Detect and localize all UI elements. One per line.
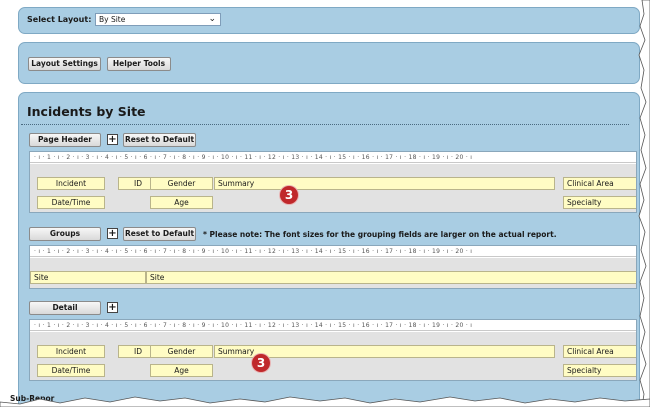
detail-band: · ı · 1 · ı · 2 · ı · 3 · ı · 4 · ı · 5 … — [29, 319, 637, 381]
layout-select-value: By Site — [99, 15, 126, 24]
field-clinical-area[interactable]: Clinical Area — [563, 345, 636, 358]
title-divider — [21, 124, 629, 125]
group-field-site-label[interactable]: Site — [30, 271, 146, 284]
group-field-site[interactable]: Site — [146, 271, 636, 284]
layout-select[interactable]: By Site ⌄ — [95, 13, 221, 26]
page-header-reset-button[interactable]: Reset to Default — [123, 133, 196, 147]
groups-reset-button[interactable]: Reset to Default — [123, 227, 196, 241]
tools-panel: Layout Settings Helper Tools — [18, 42, 640, 84]
detail-button[interactable]: Detail — [29, 301, 101, 315]
helper-tools-button[interactable]: Helper Tools — [107, 57, 171, 71]
field-specialty[interactable]: Specialty — [563, 196, 636, 209]
chevron-down-icon: ⌄ — [208, 14, 216, 24]
page-header-band: · ı · 1 · ı · 2 · ı · 3 · ı · 4 · ı · 5 … — [29, 151, 637, 213]
incidents-panel: Incidents by Site Page Header + Reset to… — [18, 92, 640, 407]
field-summary[interactable]: Summary — [214, 177, 555, 190]
field-date-time[interactable]: Date/Time — [37, 364, 105, 377]
groups-band: · ı · 1 · ı · 2 · ı · 3 · ı · 4 · ı · 5 … — [29, 245, 637, 289]
field-clinical-area[interactable]: Clinical Area — [563, 177, 636, 190]
callout-badge: 3 — [252, 354, 270, 372]
ruler: · ı · 1 · ı · 2 · ı · 3 · ı · 4 · ı · 5 … — [30, 152, 636, 163]
field-gender[interactable]: Gender — [150, 345, 213, 358]
ruler: · ı · 1 · ı · 2 · ı · 3 · ı · 4 · ı · 5 … — [30, 246, 636, 257]
torn-edge-bottom — [0, 396, 650, 407]
field-incident[interactable]: Incident — [37, 345, 105, 358]
field-specialty[interactable]: Specialty — [563, 364, 636, 377]
field-incident[interactable]: Incident — [37, 177, 105, 190]
field-age[interactable]: Age — [150, 196, 213, 209]
groups-button[interactable]: Groups — [29, 227, 101, 241]
select-layout-label: Select Layout: — [27, 15, 92, 24]
ruler: · ı · 1 · ı · 2 · ı · 3 · ı · 4 · ı · 5 … — [30, 320, 636, 331]
layout-settings-button[interactable]: Layout Settings — [28, 57, 101, 71]
field-date-time[interactable]: Date/Time — [37, 196, 105, 209]
detail-expand-icon[interactable]: + — [107, 302, 118, 313]
torn-edge-right — [638, 0, 650, 407]
font-size-note: * Please note: The font sizes for the gr… — [203, 230, 557, 239]
callout-badge: 3 — [280, 186, 298, 204]
field-gender[interactable]: Gender — [150, 177, 213, 190]
field-age[interactable]: Age — [150, 364, 213, 377]
groups-expand-icon[interactable]: + — [107, 228, 118, 239]
page-header-expand-icon[interactable]: + — [107, 134, 118, 145]
page-header-button[interactable]: Page Header — [29, 133, 101, 147]
section-title: Incidents by Site — [27, 104, 146, 119]
layout-select-panel: Select Layout: By Site ⌄ — [18, 7, 640, 34]
